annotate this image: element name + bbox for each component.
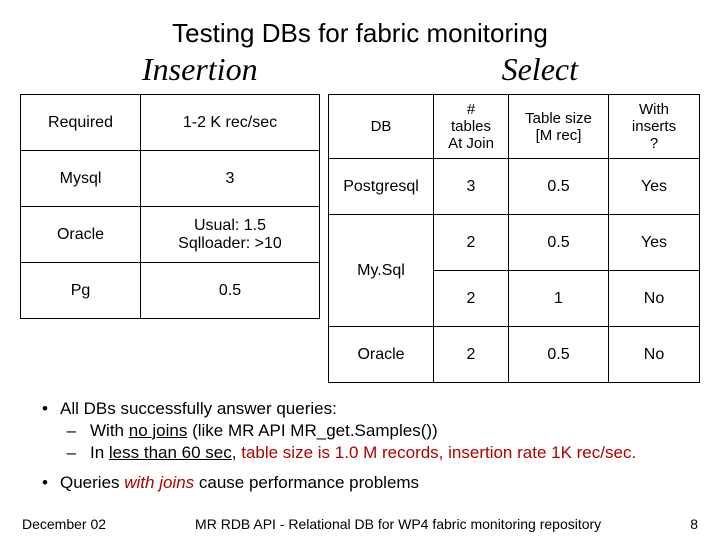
cell-rate-oracle: Usual: 1.5 Sqlloader: >10: [141, 207, 320, 263]
tables-row: Required 1-2 K rec/sec Mysql 3 Oracle Us…: [20, 94, 700, 383]
bullet-line: – With no joins (like MR API MR_get.Samp…: [20, 421, 700, 441]
bullet-marker: •: [20, 399, 60, 419]
bullet-line: • All DBs successfully answer queries:: [20, 399, 700, 419]
subtitle-right: Select: [502, 51, 578, 88]
cell-tables: 2: [434, 215, 509, 271]
underline-text: no joins: [129, 421, 188, 440]
table-row: Pg 0.5: [21, 263, 320, 319]
bullet-line: – In less than 60 sec, table size is 1.0…: [20, 443, 700, 463]
cell-rate-oracle-usual: Usual: 1.5: [149, 217, 311, 235]
cell-rate-pg: 0.5: [141, 263, 320, 319]
slide-title: Testing DBs for fabric monitoring: [20, 18, 700, 49]
red-italic-text: with joins: [124, 473, 194, 492]
cell-inserts: Yes: [609, 215, 700, 271]
bullet-marker: –: [20, 443, 90, 463]
cell-size: 0.5: [509, 215, 609, 271]
col-header-db: DB: [329, 95, 434, 159]
bullet-text: With no joins (like MR API MR_get.Sample…: [90, 421, 700, 441]
cell-db-mysql: Mysql: [21, 151, 141, 207]
col-header-tablesize: Table size [M rec]: [509, 95, 609, 159]
table-row: My.Sql 2 0.5 Yes: [329, 215, 700, 271]
table-row: Postgresql 3 0.5 Yes: [329, 159, 700, 215]
cell-tables: 2: [434, 271, 509, 327]
bullet-text: Queries with joins cause performance pro…: [60, 473, 700, 493]
table-row: Oracle Usual: 1.5 Sqlloader: >10: [21, 207, 320, 263]
col-header-required: Required: [21, 95, 141, 151]
bullets: • All DBs successfully answer queries: –…: [20, 399, 700, 493]
cell-inserts: Yes: [609, 159, 700, 215]
cell-size: 1: [509, 271, 609, 327]
footer-pagenum: 8: [690, 516, 698, 532]
table-row: DB # tables At Join Table size [M rec] W…: [329, 95, 700, 159]
slide: Testing DBs for fabric monitoring Insert…: [0, 0, 720, 540]
table-row: Oracle 2 0.5 No: [329, 327, 700, 383]
cell-inserts: No: [609, 271, 700, 327]
cell-db-oracle: Oracle: [21, 207, 141, 263]
slide-subtitles: Insertion Select: [20, 51, 700, 88]
cell-db-oracle2: Oracle: [329, 327, 434, 383]
cell-tables: 2: [434, 327, 509, 383]
cell-size: 0.5: [509, 327, 609, 383]
cell-size: 0.5: [509, 159, 609, 215]
table-row: Mysql 3: [21, 151, 320, 207]
footer-date: December 02: [22, 516, 106, 532]
bullet-marker: •: [20, 473, 60, 493]
bullet-text: All DBs successfully answer queries:: [60, 399, 700, 419]
table-row: Required 1-2 K rec/sec: [21, 95, 320, 151]
bullet-text: In less than 60 sec, table size is 1.0 M…: [90, 443, 700, 463]
cell-rate-mysql: 3: [141, 151, 320, 207]
footer-center: MR RDB API - Relational DB for WP4 fabri…: [195, 516, 601, 532]
bullet-marker: –: [20, 421, 90, 441]
cell-rate-oracle-loader: Sqlloader: >10: [149, 235, 311, 253]
cell-db-mysql2: My.Sql: [329, 215, 434, 327]
cell-tables: 3: [434, 159, 509, 215]
slide-footer: December 02 MR RDB API - Relational DB f…: [0, 516, 720, 532]
col-header-tables: # tables At Join: [434, 95, 509, 159]
cell-db-postgresql: Postgresql: [329, 159, 434, 215]
underline-text: less than 60 sec: [109, 443, 232, 462]
subtitle-left: Insertion: [142, 51, 258, 88]
cell-inserts: No: [609, 327, 700, 383]
select-table: DB # tables At Join Table size [M rec] W…: [328, 94, 700, 383]
red-text: table size is 1.0 M records, insertion r…: [241, 443, 636, 462]
col-header-rate: 1-2 K rec/sec: [141, 95, 320, 151]
col-header-inserts: With inserts ?: [609, 95, 700, 159]
cell-db-pg: Pg: [21, 263, 141, 319]
insertion-table: Required 1-2 K rec/sec Mysql 3 Oracle Us…: [20, 94, 320, 319]
bullet-line: • Queries with joins cause performance p…: [20, 473, 700, 493]
